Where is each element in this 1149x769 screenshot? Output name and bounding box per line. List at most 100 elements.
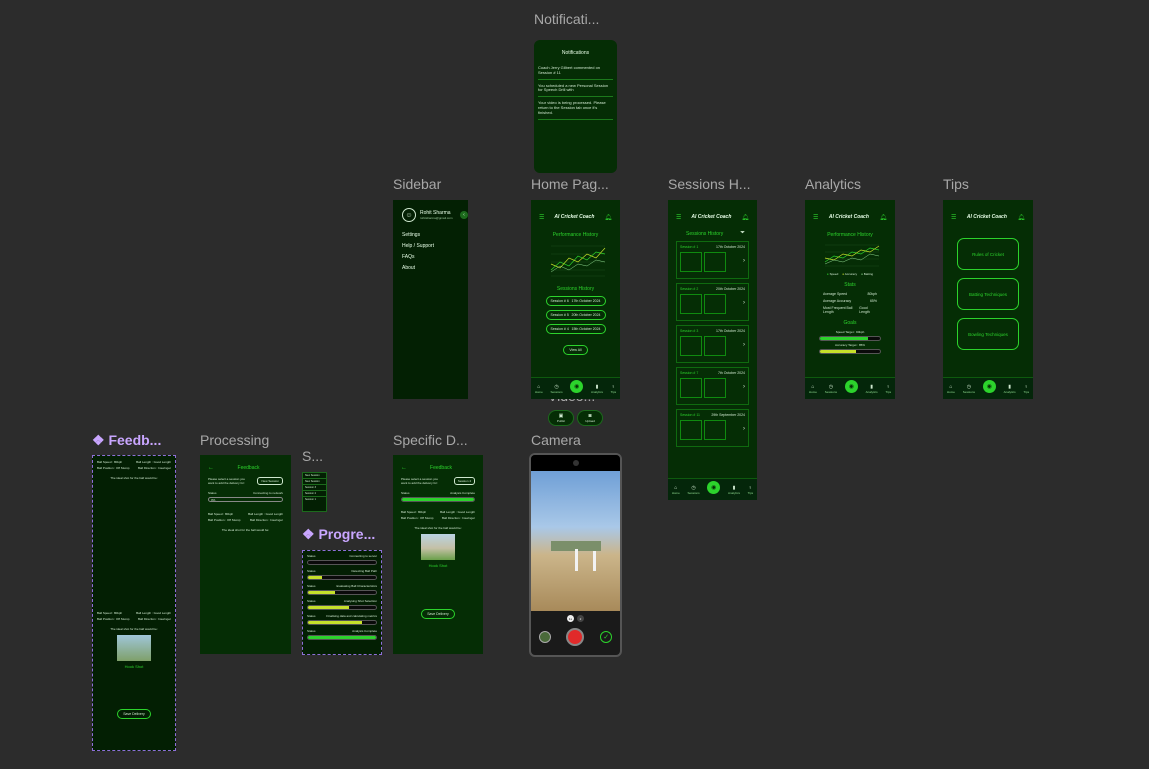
session-name: Session # 2 <box>680 287 699 291</box>
bell-icon[interactable]: 🔔︎ <box>604 214 612 221</box>
status-progress-bar <box>401 497 475 502</box>
bottom-nav: ⌂ Home ◷ Sessions ◉ ▮ Analytics ♀ Tips <box>531 377 620 399</box>
nav-label: Analytics <box>727 490 740 495</box>
performance-history-title: Performance History <box>827 232 873 238</box>
menu-icon[interactable]: ☰ <box>813 214 818 221</box>
nav-label: Home <box>946 389 955 394</box>
home-session-row[interactable]: Session # 5 20th October 2024 <box>545 310 606 320</box>
tip-batting-button[interactable]: Batting Techniques <box>957 278 1019 310</box>
session-date: 15th October 2024 <box>571 327 601 331</box>
frame-label-tips: Tips <box>943 176 969 192</box>
nav-home[interactable]: ⌂ Home <box>535 384 543 394</box>
nav-tips[interactable]: ♀ Tips <box>886 384 892 394</box>
nav-home[interactable]: ⌂ Home <box>947 384 955 394</box>
delivery-box <box>680 336 702 356</box>
dropdown-item[interactable]: Session 1 <box>303 497 326 502</box>
bell-icon[interactable]: 🔔︎ <box>879 214 887 221</box>
delivery-box <box>704 420 726 440</box>
progress-state: Status Analysis Complete <box>307 629 377 633</box>
nav-label: Sessions <box>824 389 837 394</box>
gallery-thumbnail[interactable] <box>538 631 551 643</box>
notifications-frame: Notifications Coach Jerry Gilbert commen… <box>534 40 617 173</box>
stat-row: Average Speed 80kph <box>823 292 877 296</box>
nav-label: Home <box>534 389 543 394</box>
session-card[interactable]: Session # 11 29th September 2024 › <box>676 409 749 447</box>
shot-image <box>421 534 455 560</box>
delivery-box <box>680 420 702 440</box>
video-public-button[interactable]: ▣ Public <box>548 410 574 426</box>
nav-home[interactable]: ⌂ Home <box>672 485 680 495</box>
notification-item[interactable]: Coach Jerry Gilbert commented on Session… <box>538 65 613 80</box>
home-session-row[interactable]: Session # 4 15th October 2024 <box>545 324 606 334</box>
home-session-row[interactable]: Session # 6 17th October 2024 <box>545 296 606 306</box>
progress-bar <box>307 575 377 580</box>
save-delivery-button[interactable]: Save Delivery <box>421 609 455 619</box>
bowler <box>593 551 596 571</box>
camera-button[interactable]: ◉ <box>707 481 721 494</box>
camera-button[interactable]: ◉ <box>570 380 584 393</box>
ideal-shot-text: The ideal shot for the ball would be: <box>110 627 158 631</box>
session-select[interactable]: New Session <box>257 477 283 485</box>
nav-tips[interactable]: ♀ Tips <box>1024 384 1030 394</box>
session-date: 20th October 2024 <box>716 287 745 291</box>
menu-icon[interactable]: ☰ <box>676 214 681 221</box>
nav-home[interactable]: ⌂ Home <box>809 384 817 394</box>
nav-sessions[interactable]: ◷ Sessions <box>550 384 562 394</box>
nav-sessions[interactable]: ◷ Sessions <box>825 384 837 394</box>
batsman <box>575 549 578 571</box>
specific-delivery-frame: ← Feedback Please select a session you w… <box>393 455 483 654</box>
nav-analytics[interactable]: ▮ Analytics <box>728 485 740 495</box>
nav-label: Tips <box>610 389 617 394</box>
menu-icon[interactable]: ☰ <box>539 214 544 221</box>
sidebar-item-about[interactable]: About <box>402 265 468 271</box>
notification-item[interactable]: Your video is being processed. Please re… <box>538 100 613 120</box>
save-delivery-button[interactable]: Save Delivery <box>117 709 151 719</box>
sessions-frame: ☰ AI Cricket Coach 🔔︎ Sessions History ⏷… <box>668 200 757 500</box>
frame-label-home: Home Pag... <box>531 176 609 192</box>
legend-accuracy: ● Accuracy <box>842 272 858 276</box>
zoom-2x-button[interactable]: 2 <box>577 615 584 622</box>
nav-tips[interactable]: ♀ Tips <box>748 485 754 495</box>
filter-icon[interactable]: ⏷ <box>740 230 745 237</box>
nav-sessions[interactable]: ◷ Sessions <box>687 485 699 495</box>
session-card[interactable]: Session # 7 7th October 2024 › <box>676 367 749 405</box>
avatar[interactable]: ☺ <box>402 208 416 222</box>
video-upload-button[interactable]: ◙ Upload <box>577 410 603 426</box>
bell-icon[interactable]: 🔔︎ <box>1017 214 1025 221</box>
tip-rules-button[interactable]: Rules of Cricket <box>957 238 1019 270</box>
sidebar-frame: ☺ Rohit Sharma rohitsharma@gmail.com ‹ S… <box>393 200 468 399</box>
bottom-nav: ⌂ Home ◷ Sessions ◉ ▮ Analytics ♀ Tips <box>943 377 1033 399</box>
nav-sessions[interactable]: ◷ Sessions <box>963 384 975 394</box>
nav-label: Home <box>808 389 817 394</box>
notification-item[interactable]: You scheduled a new Personal Session for… <box>538 83 613 98</box>
progress-bar <box>307 560 377 565</box>
camera-button[interactable]: ◉ <box>844 380 858 393</box>
sidebar-item-settings[interactable]: Settings <box>402 232 468 238</box>
sidebar-item-faqs[interactable]: FAQs <box>402 254 468 260</box>
sidebar-item-help[interactable]: Help / Support <box>402 243 468 249</box>
tip-bowling-button[interactable]: Bowling Techniques <box>957 318 1019 350</box>
camera-icon: ◉ <box>574 384 580 390</box>
delivery-box <box>680 378 702 398</box>
close-sidebar-icon[interactable]: ‹ <box>460 211 468 219</box>
bottom-nav: ⌂ Home ◷ Sessions ◉ ▮ Analytics ♀ Tips <box>805 377 895 399</box>
delivery-box <box>704 252 726 272</box>
view-all-button[interactable]: View All <box>563 345 588 355</box>
check-icon[interactable]: ✓ <box>600 631 613 643</box>
nav-analytics[interactable]: ▮ Analytics <box>1004 384 1016 394</box>
nav-analytics[interactable]: ▮ Analytics <box>591 384 603 394</box>
session-card[interactable]: Session # 1 17th October 2024 › <box>676 241 749 279</box>
nav-analytics[interactable]: ▮ Analytics <box>866 384 878 394</box>
delivery-box <box>680 252 702 272</box>
record-button[interactable] <box>566 628 585 646</box>
session-card[interactable]: Session # 3 17th October 2024 › <box>676 325 749 363</box>
menu-icon[interactable]: ☰ <box>951 214 956 221</box>
session-date: 17th October 2024 <box>571 299 601 303</box>
nav-tips[interactable]: ♀ Tips <box>611 384 617 394</box>
chart-legend: ● Speed ● Accuracy ● Batting <box>805 272 895 276</box>
camera-button[interactable]: ◉ <box>982 380 996 393</box>
zoom-1x-button[interactable]: 1x <box>567 615 574 622</box>
session-select[interactable]: Session 4 <box>453 477 475 485</box>
session-card[interactable]: Session # 2 20th October 2024 › <box>676 283 749 321</box>
bell-icon[interactable]: 🔔︎ <box>741 214 749 221</box>
